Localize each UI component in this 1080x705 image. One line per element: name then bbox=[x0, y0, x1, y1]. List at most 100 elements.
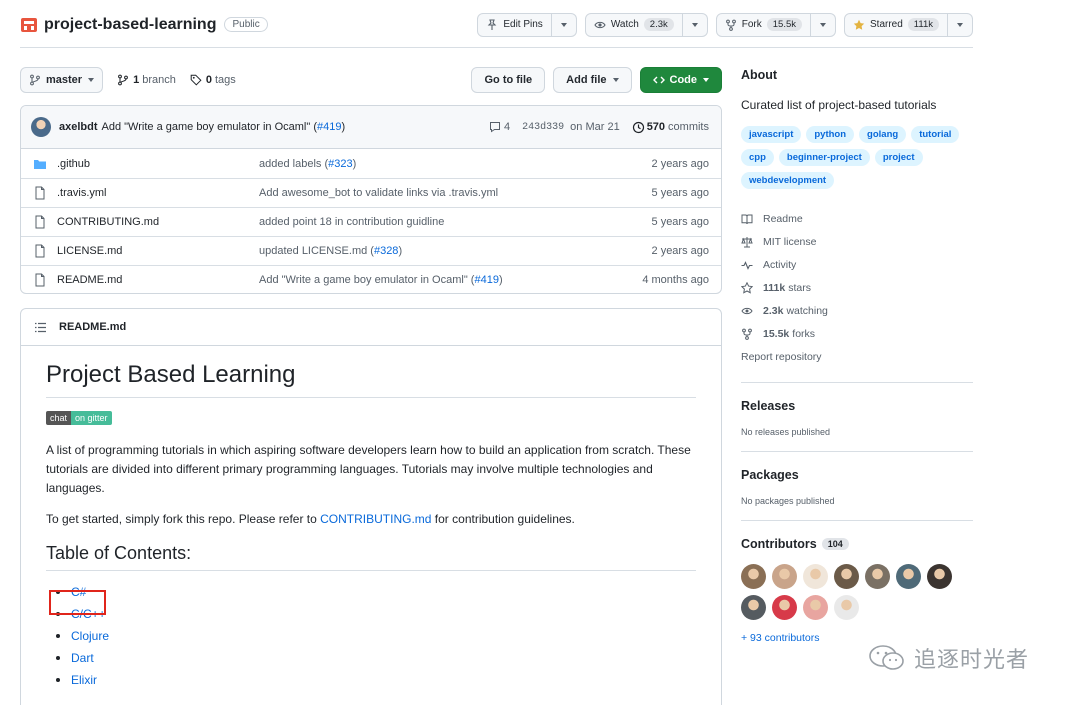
license-link[interactable]: MIT license bbox=[741, 230, 973, 253]
branches-link[interactable]: 1 branch bbox=[117, 74, 176, 86]
topic-tag[interactable]: python bbox=[806, 126, 855, 143]
readme-link[interactable]: Readme bbox=[741, 207, 973, 230]
file-commit-message[interactable]: Add "Write a game boy emulator in Ocaml"… bbox=[259, 274, 642, 286]
commit-message[interactable]: Add "Write a game boy emulator in Ocaml"… bbox=[102, 121, 346, 133]
latest-commit-row: axelbdt Add "Write a game boy emulator i… bbox=[21, 106, 721, 149]
law-icon bbox=[741, 236, 753, 248]
file-commit-message[interactable]: added point 18 in contribution guidline bbox=[259, 216, 652, 228]
readme-title: Project Based Learning bbox=[46, 361, 696, 398]
topic-tag[interactable]: project bbox=[874, 149, 923, 166]
file-row[interactable]: .github added labels (#323) 2 years ago bbox=[21, 149, 721, 178]
avatar[interactable] bbox=[865, 564, 890, 589]
file-row[interactable]: .travis.yml Add awesome_bot to validate … bbox=[21, 178, 721, 207]
comments-link[interactable]: 4 bbox=[489, 121, 510, 133]
topic-tag[interactable]: javascript bbox=[741, 126, 802, 143]
commit-pr-link[interactable]: #419 bbox=[317, 121, 341, 133]
star-group: Starred 111k bbox=[844, 12, 973, 37]
contributors-header: Contributors 104 bbox=[741, 537, 973, 551]
readme-content: Project Based Learning chat on gitter A … bbox=[21, 346, 721, 691]
commits-link[interactable]: 570 commits bbox=[632, 121, 709, 134]
avatar[interactable] bbox=[834, 564, 859, 589]
list-item: Dart bbox=[46, 647, 696, 669]
chevron-down-icon bbox=[88, 78, 95, 82]
star-icon bbox=[741, 281, 753, 294]
star-dropdown[interactable] bbox=[948, 12, 973, 37]
topic-tag[interactable]: cpp bbox=[741, 149, 774, 166]
gitter-badge[interactable]: chat on gitter bbox=[46, 411, 112, 425]
file-name[interactable]: .travis.yml bbox=[57, 187, 259, 199]
stars-link[interactable]: 111k stars bbox=[741, 276, 973, 299]
watch-count: 2.3k bbox=[643, 18, 674, 31]
commit-author[interactable]: axelbdt bbox=[59, 121, 98, 133]
toc-link-clojure[interactable]: Clojure bbox=[71, 629, 109, 643]
avatar[interactable] bbox=[803, 564, 828, 589]
topic-tag[interactable]: beginner-project bbox=[778, 149, 870, 166]
go-to-file-button[interactable]: Go to file bbox=[471, 67, 546, 93]
file-row[interactable]: LICENSE.md updated LICENSE.md (#328) 2 y… bbox=[21, 236, 721, 265]
watch-button[interactable]: Watch 2.3k bbox=[584, 12, 683, 37]
file-name[interactable]: .github bbox=[57, 158, 259, 170]
folder-icon bbox=[33, 157, 47, 171]
toc-link-elixir[interactable]: Elixir bbox=[71, 673, 97, 687]
edit-pins-button[interactable]: Edit Pins bbox=[477, 12, 552, 37]
avatar[interactable] bbox=[834, 595, 859, 620]
file-commit-message[interactable]: updated LICENSE.md (#328) bbox=[259, 245, 652, 257]
avatar[interactable] bbox=[741, 564, 766, 589]
file-commit-message[interactable]: added labels (#323) bbox=[259, 158, 652, 170]
fork-dropdown[interactable] bbox=[811, 12, 836, 37]
topic-tag[interactable]: golang bbox=[859, 126, 907, 143]
avatar[interactable] bbox=[803, 595, 828, 620]
watermark-text: 追逐时光者 bbox=[914, 648, 1030, 673]
packages-empty: No packages published bbox=[741, 496, 835, 506]
code-button[interactable]: Code bbox=[639, 67, 722, 93]
avatar[interactable] bbox=[772, 564, 797, 589]
releases-empty: No releases published bbox=[741, 427, 831, 437]
file-commit-message[interactable]: Add awesome_bot to validate links via .t… bbox=[259, 187, 652, 199]
book-icon bbox=[741, 213, 753, 225]
tags-link[interactable]: 0 tags bbox=[190, 74, 236, 86]
topic-tag[interactable]: webdevelopment bbox=[741, 172, 835, 189]
edit-pins-dropdown[interactable] bbox=[551, 12, 577, 37]
file-name[interactable]: README.md bbox=[57, 274, 259, 286]
topic-tag[interactable]: tutorial bbox=[911, 126, 960, 143]
releases-heading[interactable]: Releases bbox=[741, 399, 973, 413]
file-icon bbox=[33, 186, 47, 200]
chevron-down-icon bbox=[820, 22, 826, 27]
repo-sidebar: About Curated list of project-based tuto… bbox=[741, 68, 973, 644]
forks-link[interactable]: 15.5k forks bbox=[741, 322, 973, 345]
avatar[interactable] bbox=[741, 595, 766, 620]
toc-link-dart[interactable]: Dart bbox=[71, 651, 94, 665]
add-file-button[interactable]: Add file bbox=[553, 67, 632, 93]
starred-button[interactable]: Starred 111k bbox=[844, 12, 948, 37]
readme-getting-started: To get started, simply fork this repo. P… bbox=[46, 512, 575, 526]
watching-link[interactable]: 2.3k watching bbox=[741, 299, 973, 322]
contributing-link[interactable]: CONTRIBUTING.md bbox=[320, 512, 431, 526]
chevron-down-icon bbox=[957, 22, 963, 27]
file-icon bbox=[33, 273, 47, 287]
visibility-badge: Public bbox=[224, 17, 268, 32]
activity-link[interactable]: Activity bbox=[741, 253, 973, 276]
file-list: .github added labels (#323) 2 years ago … bbox=[21, 149, 721, 293]
file-row[interactable]: CONTRIBUTING.md added point 18 in contri… bbox=[21, 207, 721, 236]
avatar[interactable] bbox=[896, 564, 921, 589]
star-count: 111k bbox=[907, 18, 939, 31]
avatar[interactable] bbox=[31, 117, 51, 137]
code-icon bbox=[652, 74, 665, 86]
repo-name[interactable]: project-based-learning bbox=[44, 16, 216, 34]
avatar[interactable] bbox=[772, 595, 797, 620]
avatar[interactable] bbox=[927, 564, 952, 589]
commit-sha[interactable]: 243d339 bbox=[522, 122, 564, 133]
packages-heading[interactable]: Packages bbox=[741, 468, 973, 482]
list-icon[interactable] bbox=[34, 321, 47, 334]
fork-button[interactable]: Fork 15.5k bbox=[715, 12, 811, 37]
file-name[interactable]: CONTRIBUTING.md bbox=[57, 216, 259, 228]
contributor-avatars bbox=[741, 564, 971, 620]
report-repository-link[interactable]: Report repository bbox=[741, 345, 973, 368]
highlight-annotation-box bbox=[49, 590, 106, 615]
file-row[interactable]: README.md Add "Write a game boy emulator… bbox=[21, 265, 721, 293]
file-toolbar: master 1 branch 0 tags Go to file Add fi… bbox=[20, 67, 722, 93]
watch-dropdown[interactable] bbox=[682, 12, 708, 37]
contributors-heading[interactable]: Contributors bbox=[741, 537, 817, 551]
branch-select-button[interactable]: master bbox=[20, 67, 104, 93]
file-name[interactable]: LICENSE.md bbox=[57, 245, 259, 257]
